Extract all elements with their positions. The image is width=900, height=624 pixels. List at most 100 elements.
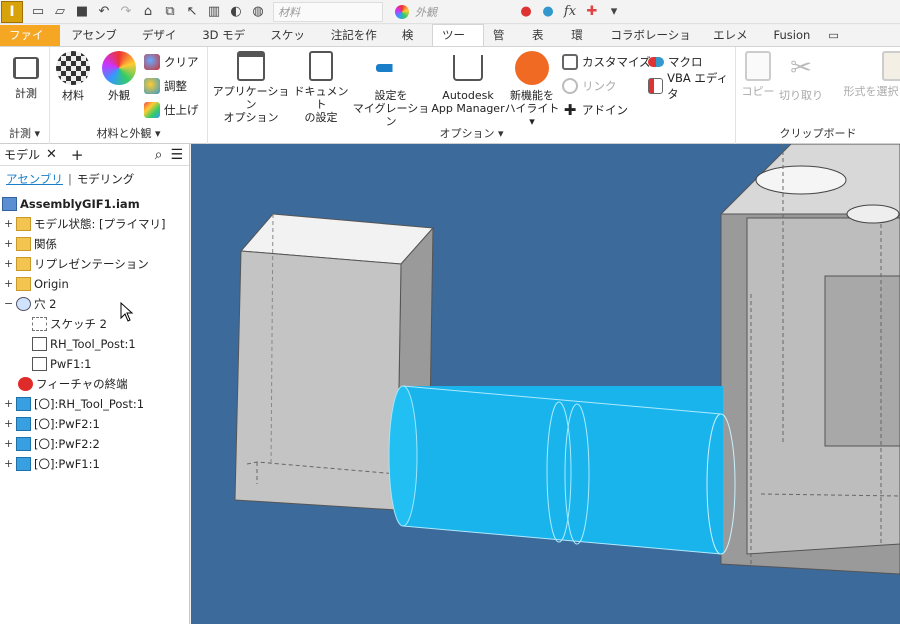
finish-button[interactable]: 仕上げ — [144, 100, 199, 120]
expand-icon[interactable]: + — [4, 257, 14, 270]
tree-node-hole-2[interactable]: − 穴 2 — [4, 294, 56, 313]
app-manager-button[interactable]: Autodesk App Manager — [430, 51, 506, 115]
panel-title-measure[interactable]: 計測 ▾ — [0, 125, 49, 141]
open-folder-icon[interactable]: ▱ — [49, 1, 71, 23]
part-icon — [16, 456, 31, 471]
tab-8[interactable]: 管理 — [484, 25, 523, 63]
add-browser-icon[interactable]: + — [71, 146, 84, 164]
tree-node-pwf1[interactable]: PwF1:1 — [32, 354, 91, 373]
cut-button[interactable]: ✂ 切り取り — [776, 51, 826, 102]
clear-appearance-icon[interactable]: ● — [515, 1, 537, 23]
expand-icon[interactable]: + — [4, 437, 14, 450]
tree-node-sketch-2[interactable]: スケッチ 2 — [32, 314, 107, 333]
tab-3[interactable]: 3D モデル — [193, 25, 261, 63]
copy-button[interactable]: コピー — [738, 51, 778, 98]
link-button[interactable]: リンク — [562, 76, 617, 96]
add-icon[interactable]: ✚ — [581, 1, 603, 23]
tab-12[interactable]: エレメカ — [704, 25, 764, 63]
panel-title-options[interactable]: オプション ▾ — [208, 125, 735, 141]
search-icon[interactable]: ⌕ — [155, 147, 163, 163]
tab-7[interactable]: ツール — [432, 24, 484, 63]
subtab-assembly[interactable]: アセンブリ — [6, 171, 63, 187]
fx-parameters-button[interactable]: fx — [559, 1, 581, 23]
app-options-button[interactable]: アプリケーション オプション — [212, 51, 290, 124]
measure-button[interactable]: 計測 — [6, 51, 46, 100]
clear-button[interactable]: クリア — [144, 52, 199, 72]
project-icon[interactable]: ▥ — [203, 1, 225, 23]
expand-icon[interactable]: + — [4, 457, 14, 470]
save-icon[interactable]: ■ — [71, 1, 93, 23]
tree-node-relationships[interactable]: + 関係 — [4, 234, 57, 253]
expand-icon[interactable]: + — [4, 417, 14, 430]
addin-button[interactable]: ✚ アドイン — [562, 100, 628, 120]
subtab-modeling[interactable]: モデリング — [77, 171, 135, 187]
tab-0[interactable]: ファイル — [0, 25, 61, 63]
material-sphere-icon[interactable]: ◍ — [247, 1, 269, 23]
document-settings-icon — [309, 51, 333, 81]
adjust-appearance-icon[interactable]: ● — [537, 1, 559, 23]
collapse-icon[interactable]: − — [4, 297, 14, 310]
expand-icon[interactable]: + — [4, 277, 14, 290]
select-icon[interactable]: ↖ — [181, 1, 203, 23]
app-manager-label-2: App Manager — [431, 102, 505, 115]
undo-icon[interactable]: ↶ — [93, 1, 115, 23]
home-icon[interactable]: ⌂ — [137, 1, 159, 23]
tree-node-rh-tool-post[interactable]: RH_Tool_Post:1 — [32, 334, 136, 353]
tab-11[interactable]: コラボレーション — [601, 25, 704, 63]
folder-icon — [16, 256, 31, 271]
expand-icon[interactable]: + — [4, 397, 14, 410]
tree-node-part-pwf2-2[interactable]: + [〇]:PwF2:2 — [4, 434, 100, 453]
tab-9[interactable]: 表示 — [523, 25, 562, 63]
tree-node-label: モデル状態: [プライマリ] — [34, 216, 166, 231]
panel-clipboard: コピー ✂ 切り取り 形式を選択 クリップボード — [736, 47, 900, 144]
tree-node-root[interactable]: AssemblyGIF1.iam — [2, 194, 140, 213]
app-logo[interactable]: I — [1, 0, 23, 23]
scissors-icon: ✂ — [790, 53, 812, 83]
graphics-viewport[interactable] — [191, 144, 900, 624]
appearance-button[interactable]: 外観 — [102, 51, 136, 102]
tab-4[interactable]: スケッチ — [261, 25, 321, 63]
panel-title-materials[interactable]: 材料と外観 ▾ — [50, 125, 207, 141]
tab-1[interactable]: アセンブリ — [62, 25, 133, 63]
tree-node-representations[interactable]: + リプレゼンテーション — [4, 254, 149, 273]
tree-node-part-pwf2-1[interactable]: + [〇]:PwF2:1 — [4, 414, 100, 433]
pin-cylinder[interactable] — [388, 385, 736, 555]
tree-node-model-state[interactable]: + モデル状態: [プライマリ] — [4, 214, 166, 233]
tree-node-part-pwf1-1[interactable]: + [〇]:PwF1:1 — [4, 454, 100, 473]
expand-icon[interactable]: + — [4, 237, 14, 250]
appearance-combo[interactable]: 外観 — [391, 2, 511, 22]
copy-design-icon[interactable]: ⧉ — [159, 1, 181, 23]
tab-6[interactable]: 検査 — [393, 25, 432, 63]
customize-qat-icon[interactable]: ▾ — [603, 1, 625, 23]
measure-qat-icon[interactable]: ◐ — [225, 1, 247, 23]
tab-2[interactable]: デザイン — [133, 25, 193, 63]
clear-icon — [144, 54, 160, 70]
menu-icon[interactable]: ☰ — [170, 147, 183, 163]
tab-13[interactable]: Fusion — [764, 25, 819, 46]
tab-10[interactable]: 環境 — [562, 25, 601, 63]
tree-node-end-of-features[interactable]: フィーチャの終端 — [18, 374, 128, 393]
macro-button[interactable]: マクロ — [648, 52, 703, 72]
ribbon-display-toggle[interactable]: ▭ ▾ — [819, 25, 856, 63]
highlight-new-button[interactable]: 新機能を ハイライト▾ — [504, 51, 560, 128]
vba-editor-button[interactable]: VBA エディタ — [648, 71, 735, 101]
customize-button[interactable]: カスタマイズ — [562, 52, 651, 72]
material-combo[interactable]: 材料 — [273, 1, 383, 22]
new-file-icon[interactable]: ▭ — [27, 1, 49, 23]
tree-node-origin[interactable]: + Origin — [4, 274, 69, 293]
migrate-settings-button[interactable]: 設定を マイグレーション — [350, 51, 432, 128]
model-scene — [234, 144, 900, 575]
expand-icon[interactable]: + — [4, 217, 14, 230]
tab-5[interactable]: 注記を作成 — [322, 25, 393, 63]
material-button[interactable]: 材料 — [56, 51, 90, 102]
redo-icon[interactable]: ↷ — [115, 1, 137, 23]
tree-node-part-rh-tool-post[interactable]: + [〇]:RH_Tool_Post:1 — [4, 394, 144, 413]
close-icon[interactable]: ✕ — [46, 147, 57, 162]
paste-special-button[interactable]: 形式を選択 — [838, 51, 900, 98]
right-housing-block[interactable] — [719, 144, 900, 575]
adjust-button[interactable]: 調整 — [144, 76, 187, 96]
tree-node-label: [〇]:PwF2:1 — [34, 416, 100, 431]
app-manager-label-1: Autodesk — [442, 89, 494, 102]
browser-tab-model[interactable]: モデル — [4, 146, 40, 163]
document-settings-button[interactable]: ドキュメント の設定 — [290, 51, 352, 124]
